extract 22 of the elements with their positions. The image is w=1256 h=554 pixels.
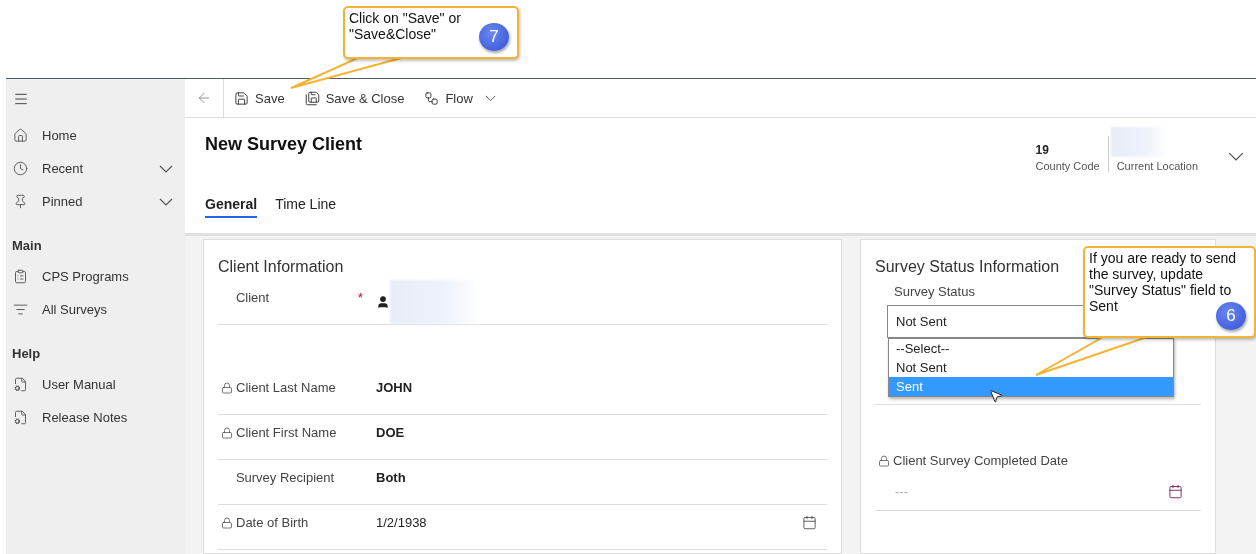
required-asterisk: * xyxy=(357,290,363,305)
field-label: Date of Birth xyxy=(236,515,310,530)
sidebar-group-title: Main xyxy=(11,236,43,255)
header-field-label: County Code xyxy=(1035,160,1100,172)
sidebar-group-title: Help xyxy=(11,344,42,363)
field-value: 1/2/1938 xyxy=(376,515,427,530)
header-field-value: 19 xyxy=(1035,143,1049,157)
step-badge: 7 xyxy=(479,23,509,51)
section-title: Survey Status Information xyxy=(875,258,1060,276)
field-label: Survey Recipient xyxy=(235,470,336,485)
field-label: Survey Status xyxy=(894,284,975,299)
record-title: New Survey Client xyxy=(205,134,364,155)
field-label: Client First Name xyxy=(236,425,338,440)
field-value: JOHN xyxy=(376,380,413,395)
section-title: Client Information xyxy=(218,258,344,276)
callout-text: Click on "Save" or "Save&Close" xyxy=(349,10,462,42)
field-label: Client Last Name xyxy=(236,380,337,395)
field-label: Client xyxy=(235,290,271,305)
header-field-label: Current Location xyxy=(1116,160,1198,172)
field-value: Both xyxy=(376,470,406,485)
field-value: DOE xyxy=(376,425,405,440)
field-label: Client Survey Completed Date xyxy=(893,453,1068,468)
